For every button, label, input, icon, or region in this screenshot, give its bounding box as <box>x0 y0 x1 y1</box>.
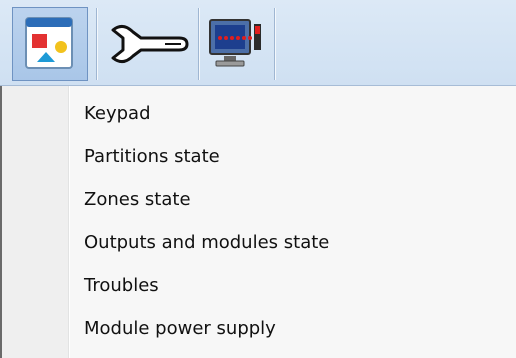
menu-item-outputs-and-modules-state[interactable]: Outputs and modules state <box>84 225 329 261</box>
menu-item-keypad[interactable]: Keypad <box>84 96 151 132</box>
menu-item-partitions-state[interactable]: Partitions state <box>84 139 220 175</box>
menu-icon-gutter <box>0 86 68 358</box>
menu-item-troubles[interactable]: Troubles <box>84 268 159 304</box>
toolbar-separator <box>96 8 97 80</box>
monitor-button[interactable] <box>204 7 268 81</box>
menu-item-module-power-supply[interactable]: Module power supply <box>84 311 276 347</box>
dropdown-menu: Keypad Partitions state Zones state Outp… <box>0 86 516 358</box>
menu-divider <box>68 86 69 358</box>
toolbar-separator <box>198 8 199 80</box>
menu-item-zones-state[interactable]: Zones state <box>84 182 191 218</box>
window-border <box>0 86 2 358</box>
toolbar-separator <box>274 8 275 80</box>
monitor-modules-icon <box>209 19 261 67</box>
wrench-icon <box>111 25 189 63</box>
window-shapes-icon <box>25 17 73 69</box>
main-window-button[interactable] <box>12 7 88 81</box>
settings-button[interactable] <box>104 7 192 81</box>
toolbar <box>0 0 516 86</box>
